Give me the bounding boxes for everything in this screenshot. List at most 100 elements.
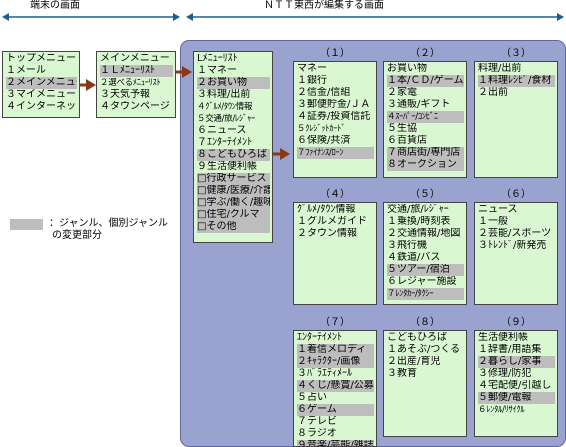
menu-item: □健康/医療/介護 xyxy=(197,185,270,197)
top-menu-items: １メール２メインメニュー３マイメニュー４インターネット xyxy=(6,65,77,113)
menu-item: ３修理/防犯 xyxy=(478,368,532,379)
menu-item: ４ｸﾞﾙﾒ/ﾀｳﾝ情報 xyxy=(197,102,253,112)
category-box-cooking: 料理/出前 １料理ﾚｼﾋﾟ/食材 ２出前 xyxy=(474,61,558,178)
category-number: （７） xyxy=(320,317,350,328)
legend-line-2: の変更部分 xyxy=(52,230,102,241)
menu-item: ２家電 xyxy=(387,87,417,98)
category-title: ｸﾞﾙﾒ/ﾀｳﾝ情報 xyxy=(297,204,356,215)
menu-item: □その他 xyxy=(197,221,270,233)
main-menu-box: メインメニュー １Ｌﾒﾆｭｰﾘｽﾄ ２選べるﾒﾆｭｰﾘｽﾄ ３天気予報 ４タウンページ xyxy=(96,51,176,118)
top-menu-title: トップメニュー xyxy=(6,53,76,64)
menu-item: １Ｌﾒﾆｭｰﾘｽﾄ xyxy=(100,65,173,77)
menu-item: ２芸能/スポーツ xyxy=(478,228,552,239)
category-box-news: ニュース １一般 ２芸能/スポーツ ３ﾄﾚﾝﾄﾞ/新発売 xyxy=(474,202,558,305)
menu-item: ４くじ/懸賞/公募 xyxy=(297,380,374,392)
menu-item: ３料理/出前 xyxy=(197,89,251,100)
category-items: １銀行 ２信金/信組 ３郵便貯金/ＪＡ ４証券/投資信託 ５ｸﾚｼﾞｯﾄｶｰﾄﾞ ６保険/… xyxy=(297,75,374,159)
menu-item: ２メインメニュー xyxy=(6,77,77,89)
category-title: こどもひろば xyxy=(387,332,447,343)
menu-item: １乗換/時刻表 xyxy=(387,216,451,227)
menu-item: １グルメガイド xyxy=(297,216,367,227)
category-number: （９） xyxy=(501,317,531,328)
menu-item: ６ニュース xyxy=(197,125,247,136)
l-menu-title: Lﾒﾆｭｰﾘｽﾄ xyxy=(197,53,238,64)
menu-item: １本/ＣＤ/ゲーム xyxy=(387,75,464,87)
category-title: マネー xyxy=(297,63,327,74)
menu-item: ５交通/旅/ﾚｼﾞｬｰ xyxy=(197,114,255,124)
category-items: １一般 ２芸能/スポーツ ３ﾄﾚﾝﾄﾞ/新発売 xyxy=(478,216,555,252)
menu-item: ４ｽｰﾊﾟｰ/ｺﾝﾋﾞﾆ xyxy=(387,111,464,123)
arrow-top-to-main xyxy=(80,79,96,91)
menu-item: ６レジャー施設 xyxy=(387,276,457,287)
ntt-range-arrow xyxy=(186,13,564,21)
category-title: ニュース xyxy=(478,204,518,215)
menu-item: ５郵便/電報 xyxy=(478,392,555,404)
menu-item: ３飛行機 xyxy=(387,240,427,251)
top-menu-box: トップメニュー １メール２メインメニュー３マイメニュー４インターネット xyxy=(2,51,80,118)
category-box-travel: 交通/旅/ﾚｼﾞｬｰ １乗換/時刻表 ２交通情報/地図 ３飛行機 ４鉄道/バス ５ツアー… xyxy=(383,202,467,305)
menu-item: ３通販/ギフト xyxy=(387,99,451,110)
menu-item: ４鉄道/バス xyxy=(387,252,441,263)
menu-item: ３天気予報 xyxy=(100,89,150,100)
menu-item: ２選べるﾒﾆｭｰﾘｽﾄ xyxy=(100,78,161,88)
arrow-lmenu-to-categories xyxy=(273,148,290,160)
category-title: 生活便利帳 xyxy=(478,332,528,343)
menu-item: ４宅配便/引越し xyxy=(478,380,552,391)
menu-item: １あそぶ/つくる xyxy=(387,344,461,355)
menu-item: ９音楽/芸能/雑誌 xyxy=(297,440,374,446)
category-items: １本/ＣＤ/ゲーム ２家電 ３通販/ギフト ４ｽｰﾊﾟｰ/ｺﾝﾋﾞﾆ ５生協 ６百貨店 ７商… xyxy=(387,75,464,171)
category-items: １グルメガイド ２タウン情報 xyxy=(297,216,374,240)
menu-item: ２信金/信組 xyxy=(297,87,351,98)
menu-item: ７商店街/専門店 xyxy=(387,147,464,159)
category-title: お買い物 xyxy=(387,63,427,74)
menu-item: ３ﾊﾞﾗｴﾃｨﾒｰﾙ xyxy=(297,368,352,379)
menu-item: １銀行 xyxy=(297,75,327,86)
menu-item: ２出前 xyxy=(478,87,508,98)
menu-item: ３ﾄﾚﾝﾄﾞ/新発売 xyxy=(478,240,547,251)
menu-item: ３マイメニュー xyxy=(6,89,76,100)
menu-item: ７ﾚﾝﾀｶｰ/ﾀｸｼｰ xyxy=(387,288,464,300)
menu-item: ５生協 xyxy=(387,123,417,134)
menu-item: ４証券/投資信託 xyxy=(297,111,371,122)
menu-item: ３教育 xyxy=(387,368,417,379)
menu-item: ４インターネット xyxy=(6,101,77,112)
main-menu-items: １Ｌﾒﾆｭｰﾘｽﾄ ２選べるﾒﾆｭｰﾘｽﾄ ３天気予報 ４タウンページ xyxy=(100,65,173,113)
category-number: （３） xyxy=(501,48,531,59)
menu-item: １料理ﾚｼﾋﾟ/食材 xyxy=(478,75,555,87)
menu-item: ２ｷｬﾗｸﾀｰ/画像 xyxy=(297,356,374,368)
category-number: （６） xyxy=(501,189,531,200)
menu-item: ８こどもひろば xyxy=(197,149,270,161)
category-items: １あそぶ/つくる ２出産/育児 ３教育 xyxy=(387,344,464,380)
l-menu-box: Lﾒﾆｭｰﾘｽﾄ １マネー ２お買い物 ３料理/出前 ４ｸﾞﾙﾒ/ﾀｳﾝ情報 ５交通/旅… xyxy=(193,51,273,243)
legend-swatch xyxy=(10,219,43,230)
legend-text: ：ジャンル、個別ジャンル の変更部分 xyxy=(49,218,168,242)
menu-item: ５占い xyxy=(297,392,327,403)
terminal-range-arrow xyxy=(2,13,180,21)
category-box-money: マネー １銀行 ２信金/信組 ３郵便貯金/ＪＡ ４証券/投資信託 ５ｸﾚｼﾞｯﾄｶｰﾄﾞ… xyxy=(293,61,377,178)
category-box-entertainment: ｴﾝﾀｰﾃｲﾒﾝﾄ １着信メロディ ２ｷｬﾗｸﾀｰ/画像 ３ﾊﾞﾗｴﾃｨﾒｰﾙ ４くじ… xyxy=(293,330,377,447)
main-menu-title: メインメニュー xyxy=(100,53,170,64)
menu-item: １メール xyxy=(6,65,46,76)
menu-item: □住宅/クルマ xyxy=(197,209,270,221)
menu-item: ２出産/育児 xyxy=(387,356,441,367)
l-menu-items: １マネー ２お買い物 ３料理/出前 ４ｸﾞﾙﾒ/ﾀｳﾝ情報 ５交通/旅/ﾚｼﾞｬｰ ６ニュ… xyxy=(197,65,270,233)
menu-item: ９生活便利帳 xyxy=(197,161,257,172)
legend-line-1: ：ジャンル、個別ジャンル xyxy=(49,218,168,229)
category-title: ｴﾝﾀｰﾃｲﾒﾝﾄ xyxy=(297,332,342,343)
menu-item: １辞書/用語集 xyxy=(478,344,542,355)
menu-item: ６保険/共済 xyxy=(297,135,351,146)
menu-item: ７テレビ xyxy=(297,416,337,427)
category-items: １料理ﾚｼﾋﾟ/食材 ２出前 xyxy=(478,75,555,99)
menu-item: ６百貨店 xyxy=(387,135,427,146)
menu-item: ７ｴﾝﾀｰﾃｲﾒﾝﾄ xyxy=(197,137,252,148)
category-number: （５） xyxy=(410,189,440,200)
category-items: １着信メロディ ２ｷｬﾗｸﾀｰ/画像 ３ﾊﾞﾗｴﾃｨﾒｰﾙ ４くじ/懸賞/公募 ５占い ６… xyxy=(297,344,374,446)
category-number: （１） xyxy=(320,48,350,59)
menu-item: ２お買い物 xyxy=(197,77,270,89)
menu-item: ５ｸﾚｼﾞｯﾄｶｰﾄﾞ xyxy=(297,124,346,134)
category-box-living: 生活便利帳 １辞書/用語集 ２暮らし/家事 ３修理/防犯 ４宅配便/引越し ５郵便/電報… xyxy=(474,330,558,437)
menu-item: ２タウン情報 xyxy=(297,228,357,239)
category-items: １乗換/時刻表 ２交通情報/地図 ３飛行機 ４鉄道/バス ５ツアー/宿泊 ６レジャー施設 ７… xyxy=(387,216,464,300)
category-box-gourmet: ｸﾞﾙﾒ/ﾀｳﾝ情報 １グルメガイド ２タウン情報 xyxy=(293,202,377,305)
menu-item: ８ラジオ xyxy=(297,428,337,439)
